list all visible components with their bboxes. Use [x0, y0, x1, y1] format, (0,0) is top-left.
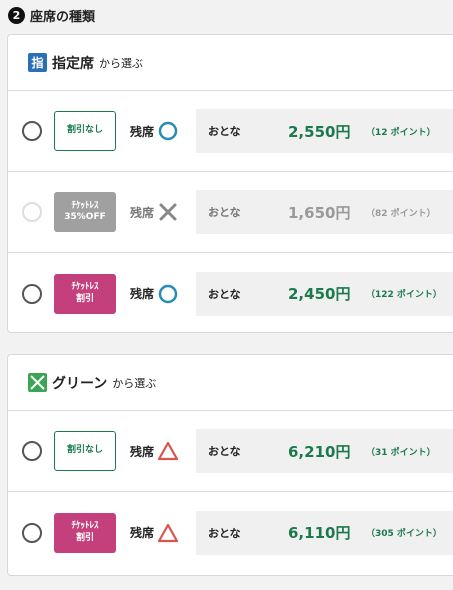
- availability-label: 残席: [130, 287, 155, 301]
- green-car-suffix: から選ぶ: [112, 376, 157, 390]
- availability: 残席: [130, 440, 179, 462]
- reserved-seat-card: 指 指定席 から選ぶ 割引なし 残席 おとな 2,550円 （12 ポイント） …: [7, 34, 453, 333]
- fare-badge: 割引なし: [54, 111, 116, 151]
- fare-points: （122 ポイント）: [366, 290, 442, 300]
- seat-option-row[interactable]: 割引なし 残席 おとな 6,210円 （31 ポイント）: [8, 411, 453, 492]
- price-box: おとな 1,650円 （82 ポイント）: [196, 190, 453, 234]
- section-title: 2 座席の種類: [8, 5, 95, 25]
- green-car-title: グリーン: [52, 375, 108, 392]
- passenger-type: おとな: [208, 445, 241, 458]
- fare-badge: ﾁｹｯﾄﾚｽ 割引: [54, 512, 116, 553]
- green-car-card: グリーン から選ぶ 割引なし 残席 おとな 6,210円 （31 ポイント） ﾁ…: [7, 354, 453, 576]
- green-clover-icon: [28, 373, 47, 392]
- availability-label: 残席: [130, 124, 155, 139]
- passenger-type: おとな: [208, 287, 241, 301]
- reserved-seat-icon: 指: [28, 53, 47, 72]
- passenger-type: おとな: [208, 526, 241, 540]
- section-title-text: 座席の種類: [30, 9, 96, 25]
- fare-badge: ﾁｹｯﾄﾚｽ 35%OFF: [54, 192, 116, 232]
- price-box: おとな 6,110円 （305 ポイント）: [196, 510, 453, 555]
- cross-icon: [159, 203, 177, 221]
- seat-option-radio[interactable]: [22, 121, 42, 141]
- availability-label: 残席: [130, 205, 155, 220]
- green-car-header: グリーン から選ぶ: [8, 355, 453, 411]
- triangle-icon: [157, 441, 179, 461]
- availability-label: 残席: [130, 526, 155, 540]
- availability: 残席: [130, 283, 179, 305]
- reserved-seat-title: 指定席: [52, 55, 94, 72]
- fare-points: （82 ポイント）: [366, 208, 436, 219]
- fare-price: 1,650円: [288, 203, 351, 222]
- availability-label: 残席: [130, 444, 155, 459]
- availability: 残席: [130, 120, 179, 142]
- seat-option-radio[interactable]: [22, 441, 42, 461]
- seat-option-row[interactable]: ﾁｹｯﾄﾚｽ 割引 残席 おとな 6,110円 （305 ポイント）: [8, 492, 453, 573]
- fare-points: （305 ポイント）: [366, 529, 442, 539]
- seat-option-row[interactable]: 割引なし 残席 おとな 2,550円 （12 ポイント）: [8, 91, 453, 172]
- seat-option-row: ﾁｹｯﾄﾚｽ 35%OFF 残席 おとな 1,650円 （82 ポイント）: [8, 172, 453, 253]
- fare-price: 6,210円: [288, 442, 351, 461]
- price-box: おとな 6,210円 （31 ポイント）: [196, 429, 453, 473]
- availability: 残席: [130, 201, 179, 223]
- triangle-icon: [157, 523, 179, 542]
- fare-price: 2,450円: [288, 285, 351, 303]
- fare-badge: ﾁｹｯﾄﾚｽ 割引: [54, 273, 116, 314]
- circle-icon: [158, 121, 178, 141]
- seat-option-row[interactable]: ﾁｹｯﾄﾚｽ 割引 残席 おとな 2,450円 （122 ポイント）: [8, 253, 453, 334]
- availability: 残席: [130, 522, 179, 544]
- reserved-seat-suffix: から選ぶ: [99, 56, 143, 70]
- fare-price: 6,110円: [288, 524, 351, 542]
- passenger-type: おとな: [208, 125, 241, 138]
- fare-price: 2,550円: [288, 122, 351, 141]
- circle-icon: [158, 284, 178, 303]
- seat-option-radio[interactable]: [22, 522, 42, 543]
- step-number: 2: [8, 6, 25, 24]
- passenger-type: おとな: [208, 206, 241, 219]
- seat-option-radio: [22, 202, 42, 222]
- fare-points: （31 ポイント）: [366, 447, 436, 458]
- fare-points: （12 ポイント）: [366, 127, 436, 138]
- fare-badge: 割引なし: [54, 431, 116, 471]
- reserved-seat-header: 指 指定席 から選ぶ: [8, 35, 453, 91]
- price-box: おとな 2,550円 （12 ポイント）: [196, 109, 453, 153]
- price-box: おとな 2,450円 （122 ポイント）: [196, 271, 453, 316]
- seat-option-radio[interactable]: [22, 283, 42, 304]
